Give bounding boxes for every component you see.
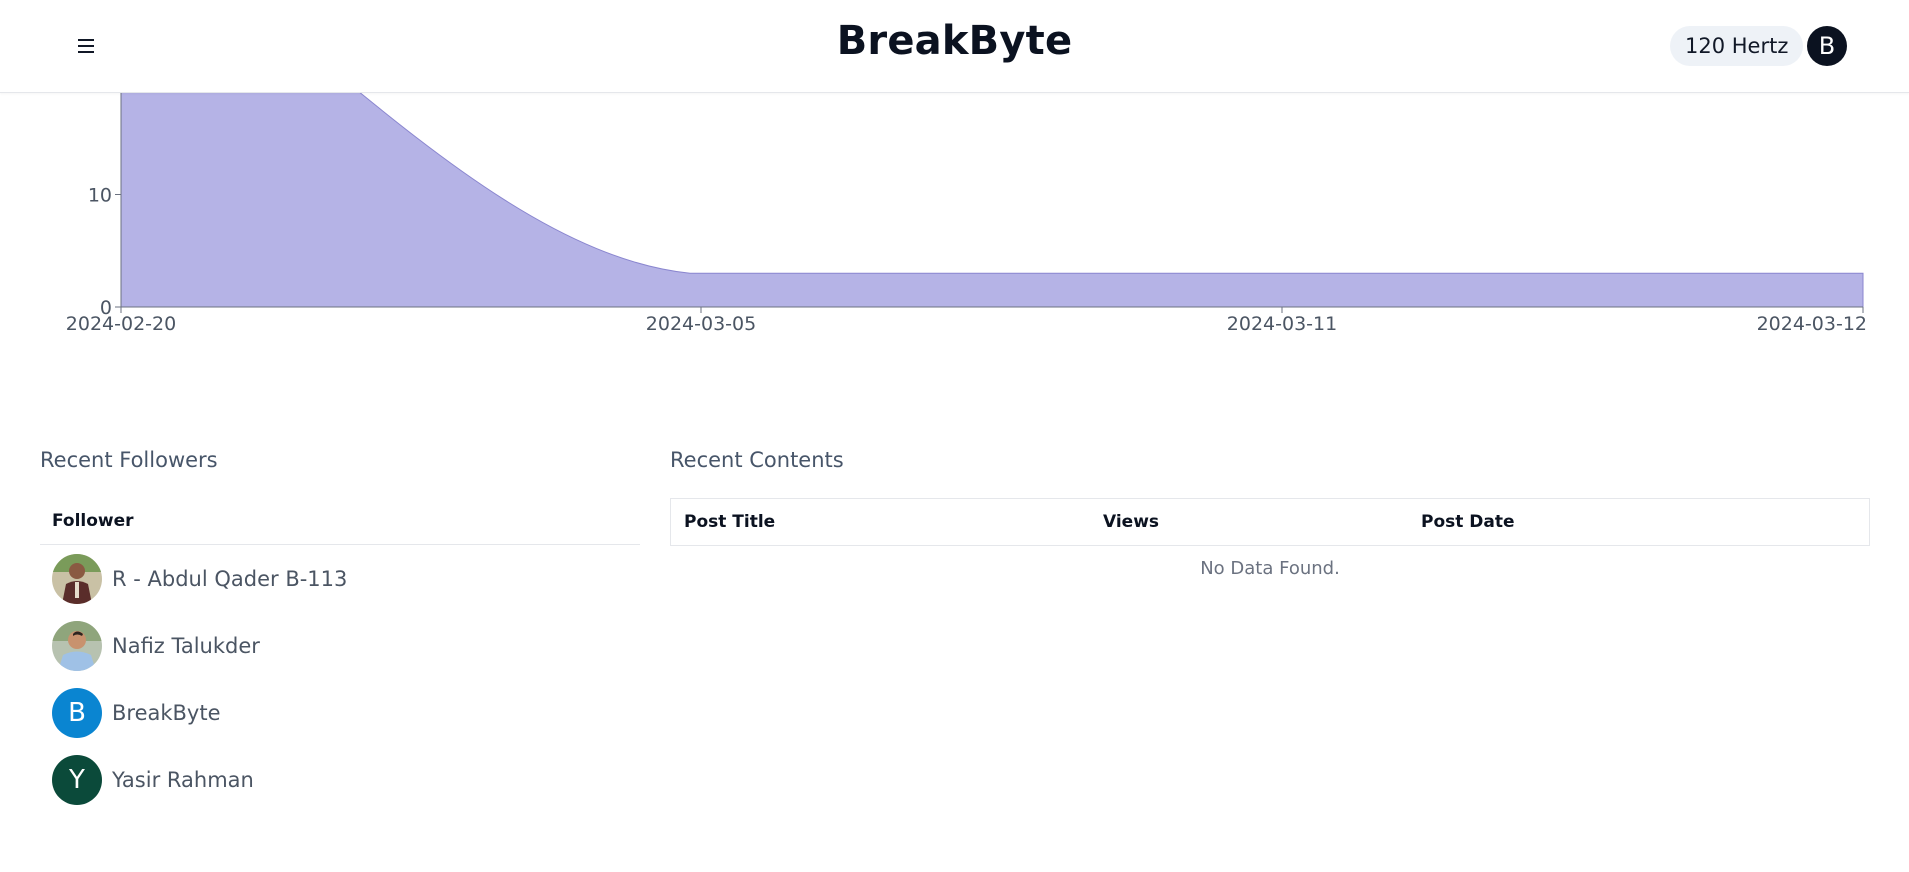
follower-row[interactable]: Nafiz Talukder [40,612,640,679]
area-series [120,59,1864,308]
y-tick-label: 10 [88,185,112,207]
recent-contents-section: Recent Contents Post Title Views Post Da… [670,446,1870,579]
column-header-post-title: Post Title [684,512,776,532]
x-tick-label: 2024-03-12 [1757,313,1867,335]
x-tick-label: 2024-03-05 [646,313,756,335]
follower-name: Nafiz Talukder [112,633,260,658]
follower-name: R - Abdul Qader B-113 [112,566,348,591]
person-photo-icon [52,553,102,604]
follower-row[interactable]: Y Yasir Rahman [40,746,640,813]
follower-avatar: Y [52,754,102,805]
recent-followers-section: Recent Followers Follower R - Abdul Qade… [40,446,640,813]
person-photo-icon [52,620,102,671]
top-navigation-bar: BreakByte 120 Hertz B [0,0,1909,93]
follower-row[interactable]: R - Abdul Qader B-113 [40,545,640,612]
followers-list: R - Abdul Qader B-113 Nafiz Talukder B B… [40,545,640,813]
column-header-views: Views [1103,512,1160,532]
x-tick-label: 2024-03-11 [1227,313,1337,335]
follower-avatar: B [52,687,102,738]
contents-table: Post Title Views Post Date [670,498,1870,546]
follower-avatar [52,553,102,604]
follower-name: BreakByte [112,700,221,725]
empty-state-message: No Data Found. [1200,558,1340,579]
follower-row[interactable]: B BreakByte [40,679,640,746]
recent-contents-title: Recent Contents [670,448,844,472]
brand-title: BreakByte [836,18,1073,64]
follower-name: Yasir Rahman [112,767,254,792]
recent-followers-title: Recent Followers [40,448,218,472]
follower-avatar [52,620,102,671]
follower-column-header: Follower [40,498,640,545]
user-avatar[interactable]: B [1807,26,1847,66]
x-tick-label: 2024-02-20 [66,313,176,335]
contents-table-header: Post Title Views Post Date [671,499,1869,545]
badge-pill[interactable]: 120 Hertz [1670,26,1804,66]
column-header-post-date: Post Date [1421,512,1515,532]
